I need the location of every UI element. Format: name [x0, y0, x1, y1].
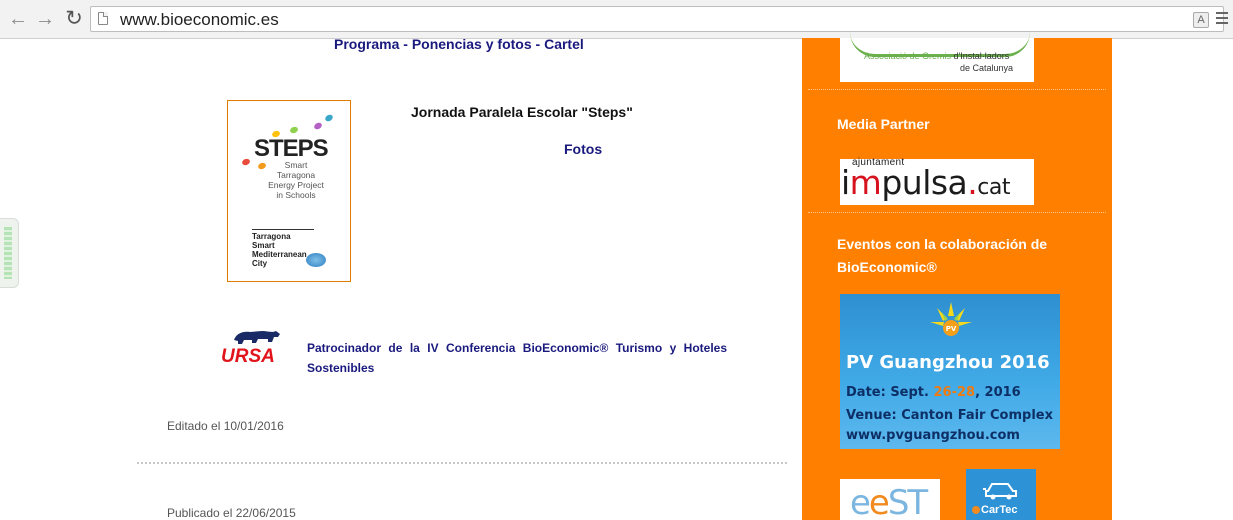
pv-guangzhou-banner[interactable]: PV PV Guangzhou 2016 Date: Sept. 26-28, … [840, 294, 1060, 449]
steps-title: STEPS [254, 135, 329, 162]
url-text[interactable]: www.bioeconomic.es [120, 10, 279, 30]
fotos-link[interactable]: Fotos [564, 141, 602, 157]
published-date: Publicado el 22/06/2015 [167, 506, 296, 520]
main-content: Programa - Ponencias y fotos - Cartel ST… [0, 36, 800, 520]
link-separator: - [399, 36, 412, 52]
gremis-logo[interactable]: Associació de Gremis d'Instal·ladors de … [840, 38, 1034, 82]
steps-subtitle: Smart Tarragona Energy Project in School… [268, 160, 324, 200]
cartel-link[interactable]: Cartel [544, 36, 584, 52]
gremis-line1-suffix: d'Instal·ladors [953, 51, 1010, 61]
media-partner-heading: Media Partner [837, 116, 930, 132]
cartec-logo[interactable]: CarTec [966, 469, 1036, 520]
reload-icon[interactable]: ↻ [63, 8, 85, 30]
translate-icon[interactable]: A [1193, 12, 1209, 28]
event-links: Programa - Ponencias y fotos - Cartel [334, 36, 584, 52]
sponsor-text: Patrocinador de la IV Conferencia BioEco… [307, 341, 727, 375]
jornada-title: Jornada Paralela Escolar "Steps" [411, 104, 633, 120]
forward-arrow-icon[interactable]: → [34, 8, 56, 30]
pv-date: Date: Sept. 26-28, 2016 [846, 385, 1021, 400]
browser-menu-icon[interactable] [1216, 12, 1228, 27]
divider [137, 462, 787, 464]
back-arrow-icon[interactable]: ← [7, 8, 29, 30]
pv-sun-logo-icon: PV [930, 302, 972, 336]
sidebar-divider [808, 89, 1106, 90]
edited-date: Editado el 10/01/2016 [167, 419, 284, 433]
electric-car-icon [983, 483, 1017, 500]
eest-logo-text: eeST [850, 483, 928, 520]
programa-link[interactable]: Programa [334, 36, 399, 52]
steps-logo[interactable]: STEPS Smart Tarragona Energy Project in … [227, 100, 351, 282]
gremis-line1-prefix: Associació de Gremis [864, 51, 952, 61]
right-sidebar: Associació de Gremis d'Instal·ladors de … [802, 38, 1112, 520]
ponencias-link[interactable]: Ponencias y fotos [412, 36, 532, 52]
pv-title: PV Guangzhou 2016 [846, 352, 1050, 373]
pv-url: www.pvguangzhou.com [846, 428, 1020, 443]
ursa-logo[interactable]: URSA [220, 326, 290, 367]
page-icon [98, 12, 108, 25]
address-bar[interactable]: www.bioeconomic.es A [90, 6, 1224, 32]
gremis-line2: de Catalunya [960, 63, 1014, 73]
sidebar-divider [808, 212, 1106, 213]
impulsa-logo[interactable]: ajuntament impulsa.cat [840, 157, 1034, 205]
eventos-heading: Eventos con la colaboración de BioEconom… [837, 236, 1048, 275]
polar-bear-icon [234, 331, 280, 344]
cartec-label: CarTec [972, 504, 1017, 516]
browser-toolbar: ← → ↻ www.bioeconomic.es A [0, 0, 1233, 39]
water-splash-icon [306, 253, 326, 267]
eest-logo[interactable]: eeST [840, 479, 940, 520]
pv-badge-text: PV [946, 325, 957, 333]
link-separator: - [531, 36, 545, 52]
pv-venue: Venue: Canton Fair Complex [846, 408, 1053, 423]
impulsa-main-text: impulsa.cat [841, 163, 1010, 202]
steps-city: Tarragona Smart Mediterranean City [252, 232, 307, 268]
ursa-logo-text: URSA [221, 346, 275, 367]
